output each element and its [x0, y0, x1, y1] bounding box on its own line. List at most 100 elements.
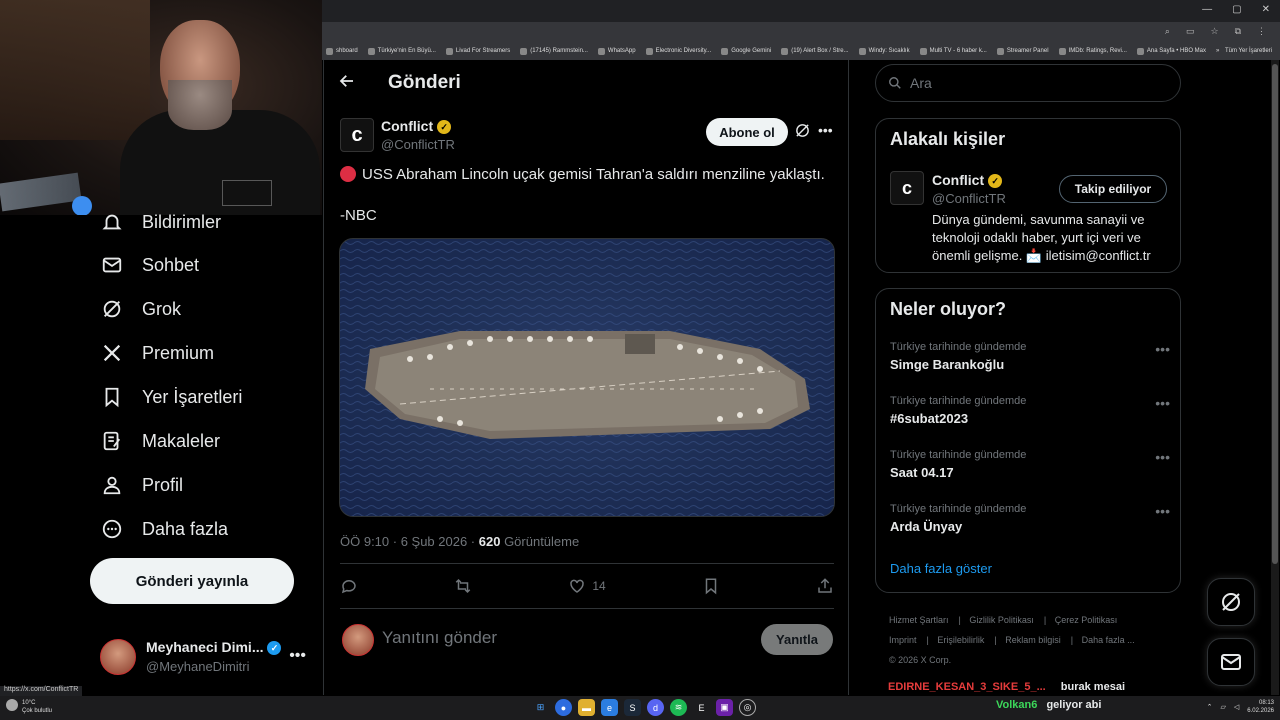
left-navigation: Bildirimler Sohbet Grok Premium Yer İşar…: [0, 212, 322, 695]
search-input[interactable]: Ara: [875, 64, 1181, 102]
all-bookmarks-folder[interactable]: Tüm Yer İşaretleri: [1225, 48, 1272, 54]
bookmark-action[interactable]: [702, 577, 720, 595]
extensions-icon[interactable]: ⧉: [1235, 26, 1241, 37]
post-image-aircraft-carrier[interactable]: [339, 238, 835, 517]
nav-label-articles: Makaleler: [142, 430, 221, 451]
volume-icon[interactable]: ◁: [1234, 703, 1239, 711]
scrollbar[interactable]: [1271, 60, 1279, 695]
bookmark-label: Multi TV - 6 haber k...: [929, 48, 987, 54]
bookmark-label: Türkiye'nin En Büyü...: [377, 48, 436, 54]
bookmark-item[interactable]: Google Gemini: [721, 47, 771, 55]
minimize-icon[interactable]: —: [1202, 4, 1212, 15]
trend-item[interactable]: Türkiye tarihinde gündemde Saat 04.17 ••…: [890, 449, 1170, 480]
bookmark-item[interactable]: (19) Alert Box / Stre...: [781, 47, 849, 55]
nav-item-premium[interactable]: Premium: [100, 341, 214, 365]
bookmark-item[interactable]: Türkiye'nin En Büyü...: [367, 47, 436, 55]
trend-item[interactable]: Türkiye tarihinde gündemde Arda Ünyay ••…: [890, 503, 1170, 534]
obs-icon[interactable]: ▣: [716, 699, 733, 716]
post-author-handle[interactable]: @ConflictTR: [381, 137, 455, 152]
steam-icon[interactable]: S: [624, 699, 641, 716]
related-name[interactable]: Conflict ✓: [932, 172, 1003, 189]
status-url: https://x.com/ConflictTR: [0, 686, 83, 696]
footer-link[interactable]: Imprint: [889, 635, 917, 645]
bookmark-item[interactable]: Ana Sayfa • HBO Max: [1136, 47, 1207, 55]
cast-icon[interactable]: ▭: [1186, 26, 1195, 37]
grok-fab-button[interactable]: [1207, 578, 1255, 626]
clock[interactable]: 08:13 6.02.2026: [1247, 699, 1274, 715]
footer-link[interactable]: Çerez Politikası: [1055, 615, 1118, 625]
more-options-icon[interactable]: •••: [818, 122, 833, 138]
nav-item-more[interactable]: Daha fazla: [100, 517, 228, 541]
trend-more-icon[interactable]: •••: [1155, 395, 1170, 411]
start-icon[interactable]: ⊞: [532, 699, 549, 716]
star-icon[interactable]: ☆: [1210, 26, 1218, 37]
trend-item[interactable]: Türkiye tarihinde gündemde Simge Baranko…: [890, 341, 1170, 372]
post-time-text[interactable]: ÖÖ 9:10 · 6 Şub 2026 ·: [340, 534, 479, 549]
nav-item-profile[interactable]: Profil: [100, 473, 183, 497]
back-arrow-icon[interactable]: [338, 72, 356, 95]
trend-more-icon[interactable]: •••: [1155, 449, 1170, 465]
repost-action[interactable]: [454, 577, 472, 595]
related-avatar[interactable]: c: [890, 171, 924, 205]
post-author-name[interactable]: Conflict ✓: [381, 118, 452, 135]
nav-item-chat[interactable]: Sohbet: [100, 253, 199, 277]
folder-icon[interactable]: ▬: [578, 699, 595, 716]
nav-item-bookmarks[interactable]: Yer İşaretleri: [100, 385, 242, 409]
chevron-up-icon[interactable]: ⌃: [1207, 703, 1213, 711]
post-actions: 14: [340, 574, 834, 598]
account-more-icon[interactable]: •••: [289, 647, 306, 665]
nav-item-articles[interactable]: Makaleler: [100, 429, 220, 453]
bookmark-item[interactable]: Livad For Streamers: [445, 47, 510, 55]
post-author-avatar[interactable]: c: [340, 118, 374, 152]
bookmark-item[interactable]: Electronic Diversity...: [645, 47, 711, 55]
footer-link[interactable]: Hizmet Şartları: [889, 615, 949, 625]
bookmarks-overflow-icon[interactable]: »: [1216, 48, 1219, 54]
weather-widget[interactable]: 10°C Çok bulutlu: [6, 699, 52, 715]
bookmark-item[interactable]: IMDb: Ratings, Revi...: [1058, 47, 1127, 55]
like-action[interactable]: 14: [568, 577, 606, 595]
bookmark-item[interactable]: Multi TV - 6 haber k...: [919, 47, 987, 55]
related-handle[interactable]: @ConflictTR: [932, 191, 1006, 206]
bookmark-item[interactable]: WhatsApp: [597, 47, 636, 55]
bookmark-item[interactable]: Streamer Panel: [996, 47, 1049, 55]
nav-item-grok[interactable]: Grok: [100, 297, 181, 321]
nav-item-notifications[interactable]: Bildirimler: [100, 210, 221, 234]
bookmark-label: Ana Sayfa • HBO Max: [1146, 48, 1207, 54]
messages-fab-button[interactable]: [1207, 638, 1255, 686]
footer-link[interactable]: Gizlilik Politikası: [969, 615, 1034, 625]
bookmark-item[interactable]: (17145) Rammstein...: [520, 47, 588, 55]
reply-action[interactable]: [340, 577, 358, 595]
edge-icon[interactable]: e: [601, 699, 618, 716]
account-switcher[interactable]: Meyhaneci Dimi... ✓ @MeyhaneDimitri •••: [100, 635, 310, 679]
close-icon[interactable]: ✕: [1262, 4, 1270, 15]
reply-input[interactable]: Yanıtını gönder: [382, 628, 497, 648]
mail-icon: [1221, 654, 1241, 670]
maximize-icon[interactable]: ▢: [1232, 4, 1241, 15]
network-icon[interactable]: ▱: [1221, 703, 1226, 711]
scrollbar-thumb[interactable]: [1272, 64, 1278, 564]
post-button[interactable]: Gönderi yayınla: [90, 558, 294, 604]
footer-link[interactable]: Reklam bilgisi: [1005, 635, 1061, 645]
bookmark-label: IMDb: Ratings, Revi...: [1068, 48, 1127, 54]
bookmark-item[interactable]: Windy: Sıcaklık: [858, 47, 910, 55]
discord-icon[interactable]: d: [647, 699, 664, 716]
epic-icon[interactable]: E: [693, 699, 710, 716]
bookmark-item[interactable]: shboard: [326, 47, 358, 55]
subscribe-button[interactable]: Abone ol: [706, 118, 788, 146]
chrome-icon[interactable]: ●: [555, 699, 572, 716]
trend-more-icon[interactable]: •••: [1155, 341, 1170, 357]
reply-button[interactable]: Yanıtla: [761, 624, 833, 655]
trend-more-icon[interactable]: •••: [1155, 503, 1170, 519]
zoom-icon[interactable]: ⌕: [1165, 26, 1170, 37]
share-action[interactable]: [816, 577, 834, 595]
footer-link[interactable]: Erişilebilirlik: [937, 635, 984, 645]
grok-icon[interactable]: [794, 122, 811, 144]
menu-icon[interactable]: ⋮: [1257, 26, 1266, 37]
bookmark-favicon-icon: [645, 47, 653, 55]
show-more-link[interactable]: Daha fazla göster: [890, 561, 992, 576]
following-button[interactable]: Takip ediliyor: [1059, 175, 1167, 203]
trend-item[interactable]: Türkiye tarihinde gündemde #6subat2023 •…: [890, 395, 1170, 426]
footer-link[interactable]: Daha fazla ...: [1082, 635, 1135, 645]
app-icon[interactable]: ◎: [739, 699, 756, 716]
spotify-icon[interactable]: ≋: [670, 699, 687, 716]
